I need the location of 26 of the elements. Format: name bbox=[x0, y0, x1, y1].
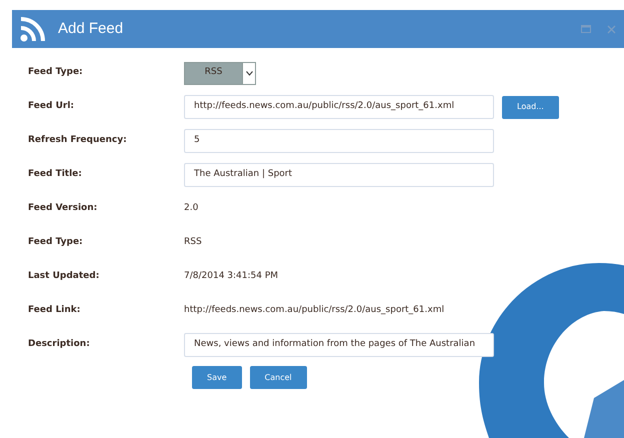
close-icon[interactable] bbox=[607, 24, 616, 34]
field-label: Description: bbox=[28, 338, 91, 352]
input-field[interactable]: News, views and information from the pages of The Australian bbox=[184, 333, 494, 357]
field-label: Feed Title: bbox=[28, 168, 83, 182]
input-field[interactable]: http://feeds.news.com.au/public/rss/2.0/aus_sport_61.xml bbox=[184, 95, 494, 119]
field-value: http://feeds.news.com.au/public/rss/2.0/aus_sport_61.xml bbox=[184, 304, 444, 318]
field-value: 7/8/2014 3:41:54 PM bbox=[184, 270, 278, 284]
field-label: Feed Type: bbox=[28, 66, 84, 80]
chevron-down-icon bbox=[246, 70, 252, 76]
field-label: Feed Type: bbox=[28, 236, 84, 250]
cancel-button[interactable]: Cancel bbox=[250, 366, 307, 389]
window-title: Add Feed bbox=[58, 18, 124, 39]
field-value: 2.0 bbox=[184, 202, 198, 216]
field-label: Refresh Frequency: bbox=[28, 134, 128, 148]
load-button[interactable]: Load... bbox=[502, 96, 559, 118]
field-label: Last Updated: bbox=[28, 270, 100, 284]
field-label: Feed Url: bbox=[28, 100, 75, 114]
rss-icon bbox=[20, 16, 46, 42]
input-field[interactable]: 5 bbox=[184, 129, 494, 153]
field-value: RSS bbox=[184, 236, 202, 250]
field-label: Feed Version: bbox=[28, 202, 98, 216]
maximize-icon[interactable] bbox=[581, 25, 591, 33]
type-dropdown[interactable]: RSS bbox=[184, 62, 256, 84]
save-button[interactable]: Save bbox=[192, 366, 242, 389]
field-label: Feed Link: bbox=[28, 304, 82, 318]
input-field[interactable]: The Australian | Sport bbox=[184, 163, 494, 187]
